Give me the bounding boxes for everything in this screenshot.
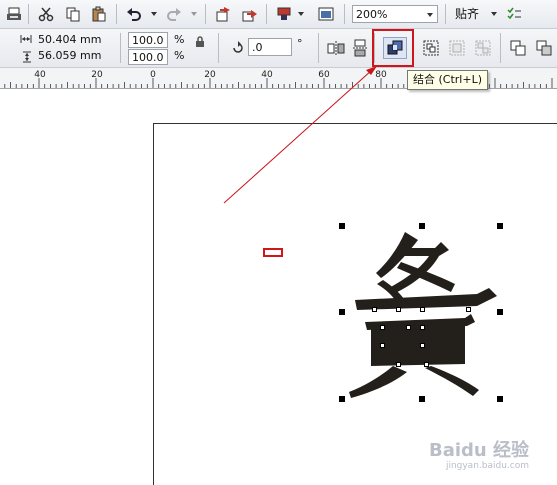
watermark-brand: Baidu 经验 [428, 440, 529, 461]
watermark-url: jingyan.baidu.com [445, 461, 529, 471]
combine-highlight-box [372, 29, 414, 67]
combine-tooltip: 结合 (Ctrl+L) [407, 70, 488, 90]
baidu-watermark: Baidu 经验 jingyan.baidu.com [428, 440, 529, 472]
